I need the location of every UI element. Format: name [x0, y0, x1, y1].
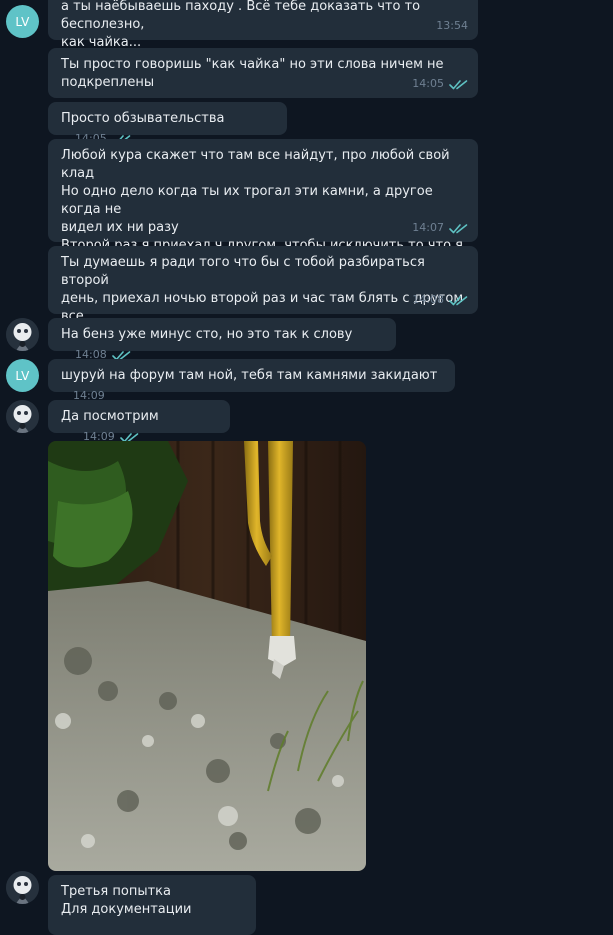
- message-text: Просто обзывательства: [61, 111, 225, 126]
- message-time: 13:54: [436, 19, 468, 32]
- message-bubble-outgoing[interactable]: Любой кура скажет что там все найдут, пр…: [48, 139, 478, 271]
- message-text: На бенз уже минус сто, но это так к слов…: [61, 327, 353, 342]
- message-time: 14:07: [412, 221, 444, 234]
- avatar-initials: LV: [15, 368, 30, 383]
- message-time: 14:05: [412, 77, 444, 90]
- avatar-lv[interactable]: LV: [6, 5, 39, 38]
- message-bubble-outgoing[interactable]: Ты просто говоришь "как чайка" но эти сл…: [48, 48, 478, 98]
- message-bubble-outgoing[interactable]: Третья попытка Для документации: [48, 875, 256, 935]
- message-bubble-outgoing[interactable]: Да посмотрим 14:09: [48, 400, 230, 443]
- user-photo-icon: [6, 318, 39, 351]
- avatar-user[interactable]: [6, 318, 39, 351]
- message-bubble-outgoing[interactable]: Ты думаешь я ради того что бы с тобой ра…: [48, 246, 478, 342]
- message-text: Третья попытка Для документации: [61, 884, 192, 917]
- user-photo-icon: [6, 400, 39, 433]
- message-text: Ты просто говоришь "как чайка" но эти сл…: [61, 57, 444, 90]
- message-text: Да посмотрим: [61, 409, 159, 424]
- message-meta: 14:08: [412, 291, 468, 309]
- message-meta: 14:07: [412, 219, 468, 237]
- message-time: 14:08: [412, 293, 444, 306]
- avatar-lv[interactable]: LV: [6, 359, 39, 392]
- message-text: шуруй на форум там ной, тебя там камнями…: [61, 368, 438, 383]
- message-text: а ты наёбываешь паходу . Всё тебе доказа…: [61, 0, 421, 50]
- avatar-user[interactable]: [6, 871, 39, 904]
- message-bubble-incoming[interactable]: шуруй на форум там ной, тебя там камнями…: [48, 359, 455, 402]
- photo-pipe-near-fence: [48, 441, 366, 871]
- double-check-icon: [449, 295, 468, 305]
- avatar-initials: LV: [15, 14, 30, 29]
- chat-history[interactable]: LV а ты наёбываешь паходу . Всё тебе док…: [0, 0, 613, 935]
- user-photo-icon: [6, 871, 39, 904]
- double-check-icon: [449, 79, 468, 89]
- message-bubble-outgoing[interactable]: На бенз уже минус сто, но это так к слов…: [48, 318, 396, 361]
- message-meta: 14:05: [412, 75, 468, 93]
- double-check-icon: [449, 223, 468, 233]
- message-meta: 13:54: [436, 17, 468, 35]
- message-bubble-incoming[interactable]: а ты наёбываешь паходу . Всё тебе доказа…: [48, 0, 478, 50]
- photo-message[interactable]: [48, 441, 366, 871]
- avatar-user[interactable]: [6, 400, 39, 433]
- message-bubble-outgoing[interactable]: Просто обзывательства14:05: [48, 102, 287, 145]
